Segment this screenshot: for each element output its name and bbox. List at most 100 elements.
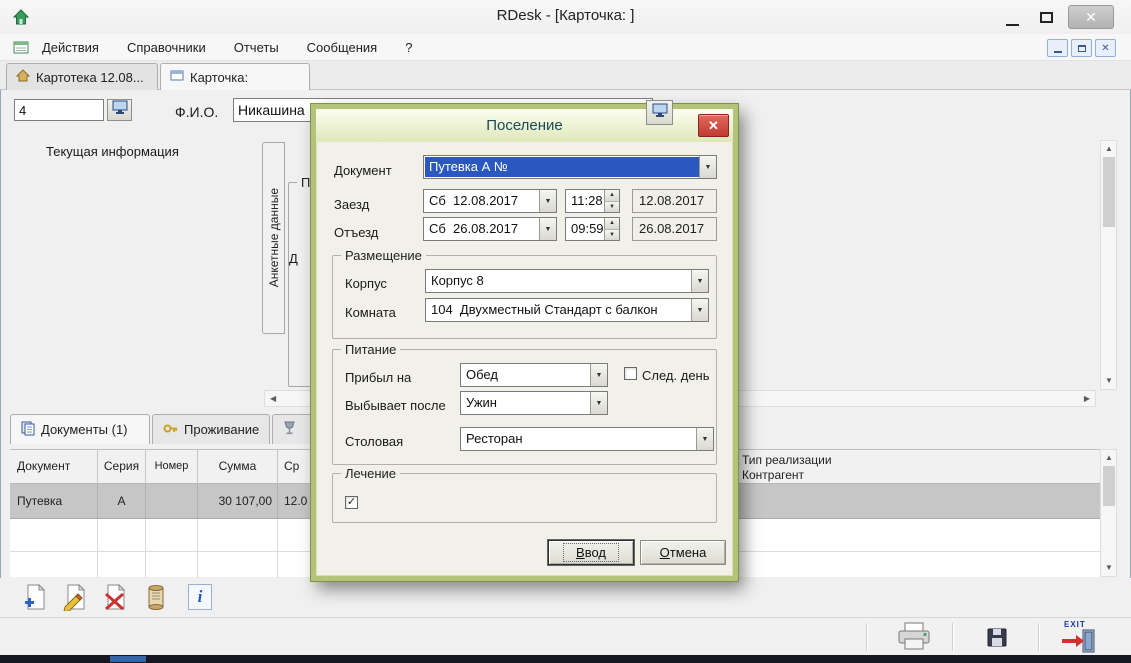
treatment-checkbox[interactable] (345, 496, 358, 509)
canteen-combo[interactable]: Ресторан ▼ (460, 427, 714, 451)
tab-living[interactable]: Проживание (152, 414, 270, 444)
room-combo[interactable]: 104 Двухместный Стандарт с балкон ▼ (425, 298, 709, 322)
scroll-up-icon[interactable]: ▲ (1105, 145, 1113, 153)
spin-up-icon[interactable]: ▲ (604, 190, 619, 202)
record-number-input[interactable] (14, 99, 104, 121)
scroll-down-icon[interactable]: ▼ (1105, 377, 1113, 385)
monitor-icon (652, 103, 668, 123)
print-button[interactable] (896, 622, 932, 657)
scroll-left-icon[interactable]: ◀ (270, 395, 276, 403)
info-icon: i (198, 587, 203, 607)
cancel-button[interactable]: Отмена (640, 540, 726, 565)
next-day-checkbox[interactable] (624, 367, 637, 380)
cell-empty (98, 552, 146, 578)
window-minimize-button[interactable] (1000, 10, 1024, 26)
record-lookup-button[interactable] (107, 99, 132, 121)
home-icon (16, 69, 30, 85)
cell-empty (198, 552, 278, 578)
header-cell-sum[interactable]: Сумма (198, 450, 278, 483)
chevron-down-icon[interactable]: ▼ (539, 218, 556, 240)
title-bar: RDesk - [Карточка: ] ✕ (0, 0, 1131, 34)
building-combo[interactable]: Корпус 8 ▼ (425, 269, 709, 293)
departure-time-spinner[interactable]: 09:59 ▲▼ (565, 217, 620, 241)
ok-button[interactable]: Ввод (548, 540, 634, 565)
fio-lookup-button[interactable] (646, 100, 673, 125)
arrival-date-value: Сб 12.08.2017 (424, 190, 539, 212)
receipt-button[interactable] (144, 584, 168, 616)
scroll-down-icon[interactable]: ▼ (1105, 564, 1113, 572)
menu-item-actions[interactable]: Действия (38, 38, 103, 57)
placement-groupbox: Размещение Корпус Корпус 8 ▼ Комната 104… (332, 255, 717, 339)
cell-sum: 30 107,00 (198, 484, 278, 518)
chevron-down-icon[interactable]: ▼ (691, 270, 708, 292)
scroll-right-icon[interactable]: ▶ (1084, 395, 1090, 403)
mdi-minimize-icon (1054, 51, 1062, 53)
monitor-icon (112, 100, 128, 120)
edit-document-button[interactable] (62, 584, 88, 616)
chevron-down-icon[interactable]: ▼ (699, 156, 716, 178)
window-title: RDesk - [Карточка: ] (0, 7, 1131, 24)
spin-down-icon[interactable]: ▼ (604, 202, 619, 213)
tab-cardfile[interactable]: Картотека 12.08... (6, 63, 158, 90)
tab-living-label: Проживание (184, 422, 259, 437)
scroll-up-icon[interactable]: ▲ (1105, 454, 1113, 462)
chevron-down-icon[interactable]: ▼ (696, 428, 713, 450)
treatment-legend: Лечение (341, 466, 400, 481)
arrival-time-spinner[interactable]: 11:28 ▲▼ (565, 189, 620, 213)
document-combo[interactable]: Путевка А № ▼ (423, 155, 717, 179)
dialog-close-button[interactable]: ✕ (698, 114, 729, 137)
cell-document: Путевка (10, 484, 98, 518)
placement-legend: Размещение (341, 248, 426, 263)
spin-up-icon[interactable]: ▲ (604, 218, 619, 230)
save-button[interactable] (986, 627, 1008, 653)
minimize-icon (1006, 24, 1019, 26)
menu-item-reports[interactable]: Отчеты (230, 38, 283, 57)
arrival-date-combo[interactable]: Сб 12.08.2017 ▼ (423, 189, 557, 213)
taskbar-strip (0, 655, 1131, 663)
chevron-down-icon[interactable]: ▼ (590, 392, 607, 414)
document-combo-value: Путевка А № (425, 157, 699, 177)
delete-document-button[interactable] (102, 584, 128, 616)
close-icon: ✕ (1085, 9, 1097, 25)
vertical-tab-personal-data[interactable]: Анкетные данные (262, 142, 285, 334)
menu-item-help[interactable]: ? (401, 38, 416, 57)
chevron-down-icon[interactable]: ▼ (539, 190, 556, 212)
departure-date-combo[interactable]: Сб 26.08.2017 ▼ (423, 217, 557, 241)
scroll-thumb[interactable] (1103, 157, 1115, 227)
header-cell-document[interactable]: Документ (10, 450, 98, 483)
menu-item-directories[interactable]: Справочники (123, 38, 210, 57)
header-contractor: Контрагент (742, 468, 1100, 483)
header-cell-number[interactable]: Номер (146, 450, 198, 483)
new-document-button[interactable] (22, 584, 48, 616)
exit-button[interactable]: EXIT (1060, 620, 1096, 654)
arrive-meal-combo[interactable]: Обед ▼ (460, 363, 608, 387)
mdi-restore-button[interactable] (1071, 39, 1092, 57)
table-vertical-scrollbar[interactable]: ▲ ▼ (1100, 449, 1117, 577)
mdi-minimize-button[interactable] (1047, 39, 1068, 57)
depart-meal-value: Ужин (461, 392, 590, 414)
header-cell-realization[interactable]: Тип реализации Контрагент (728, 450, 1100, 483)
mdi-close-button[interactable]: ✕ (1095, 39, 1116, 57)
menu-bar: Действия Справочники Отчеты Сообщения ? … (0, 34, 1131, 61)
document-label: Документ (334, 163, 392, 178)
info-button[interactable]: i (188, 584, 212, 610)
main-vertical-scrollbar[interactable]: ▲ ▼ (1100, 140, 1117, 390)
depart-meal-combo[interactable]: Ужин ▼ (460, 391, 608, 415)
vertical-tab-label: Анкетные данные (267, 188, 281, 287)
cell-empty (146, 519, 198, 551)
chevron-down-icon[interactable]: ▼ (590, 364, 607, 386)
header-cell-series[interactable]: Серия (98, 450, 146, 483)
room-label: Комната (345, 305, 396, 320)
window-maximize-button[interactable] (1034, 9, 1058, 25)
window-close-button[interactable]: ✕ (1068, 5, 1114, 29)
tab-documents[interactable]: Документы (1) (10, 414, 150, 444)
cell-empty (728, 552, 1100, 578)
documents-toolbar: i (0, 578, 1131, 617)
scroll-thumb[interactable] (1103, 466, 1115, 506)
card-icon (170, 69, 184, 85)
spin-down-icon[interactable]: ▼ (604, 230, 619, 241)
cancel-button-label: Отмена (660, 545, 707, 560)
tab-card[interactable]: Карточка: (160, 63, 310, 90)
chevron-down-icon[interactable]: ▼ (691, 299, 708, 321)
menu-item-messages[interactable]: Сообщения (303, 38, 382, 57)
